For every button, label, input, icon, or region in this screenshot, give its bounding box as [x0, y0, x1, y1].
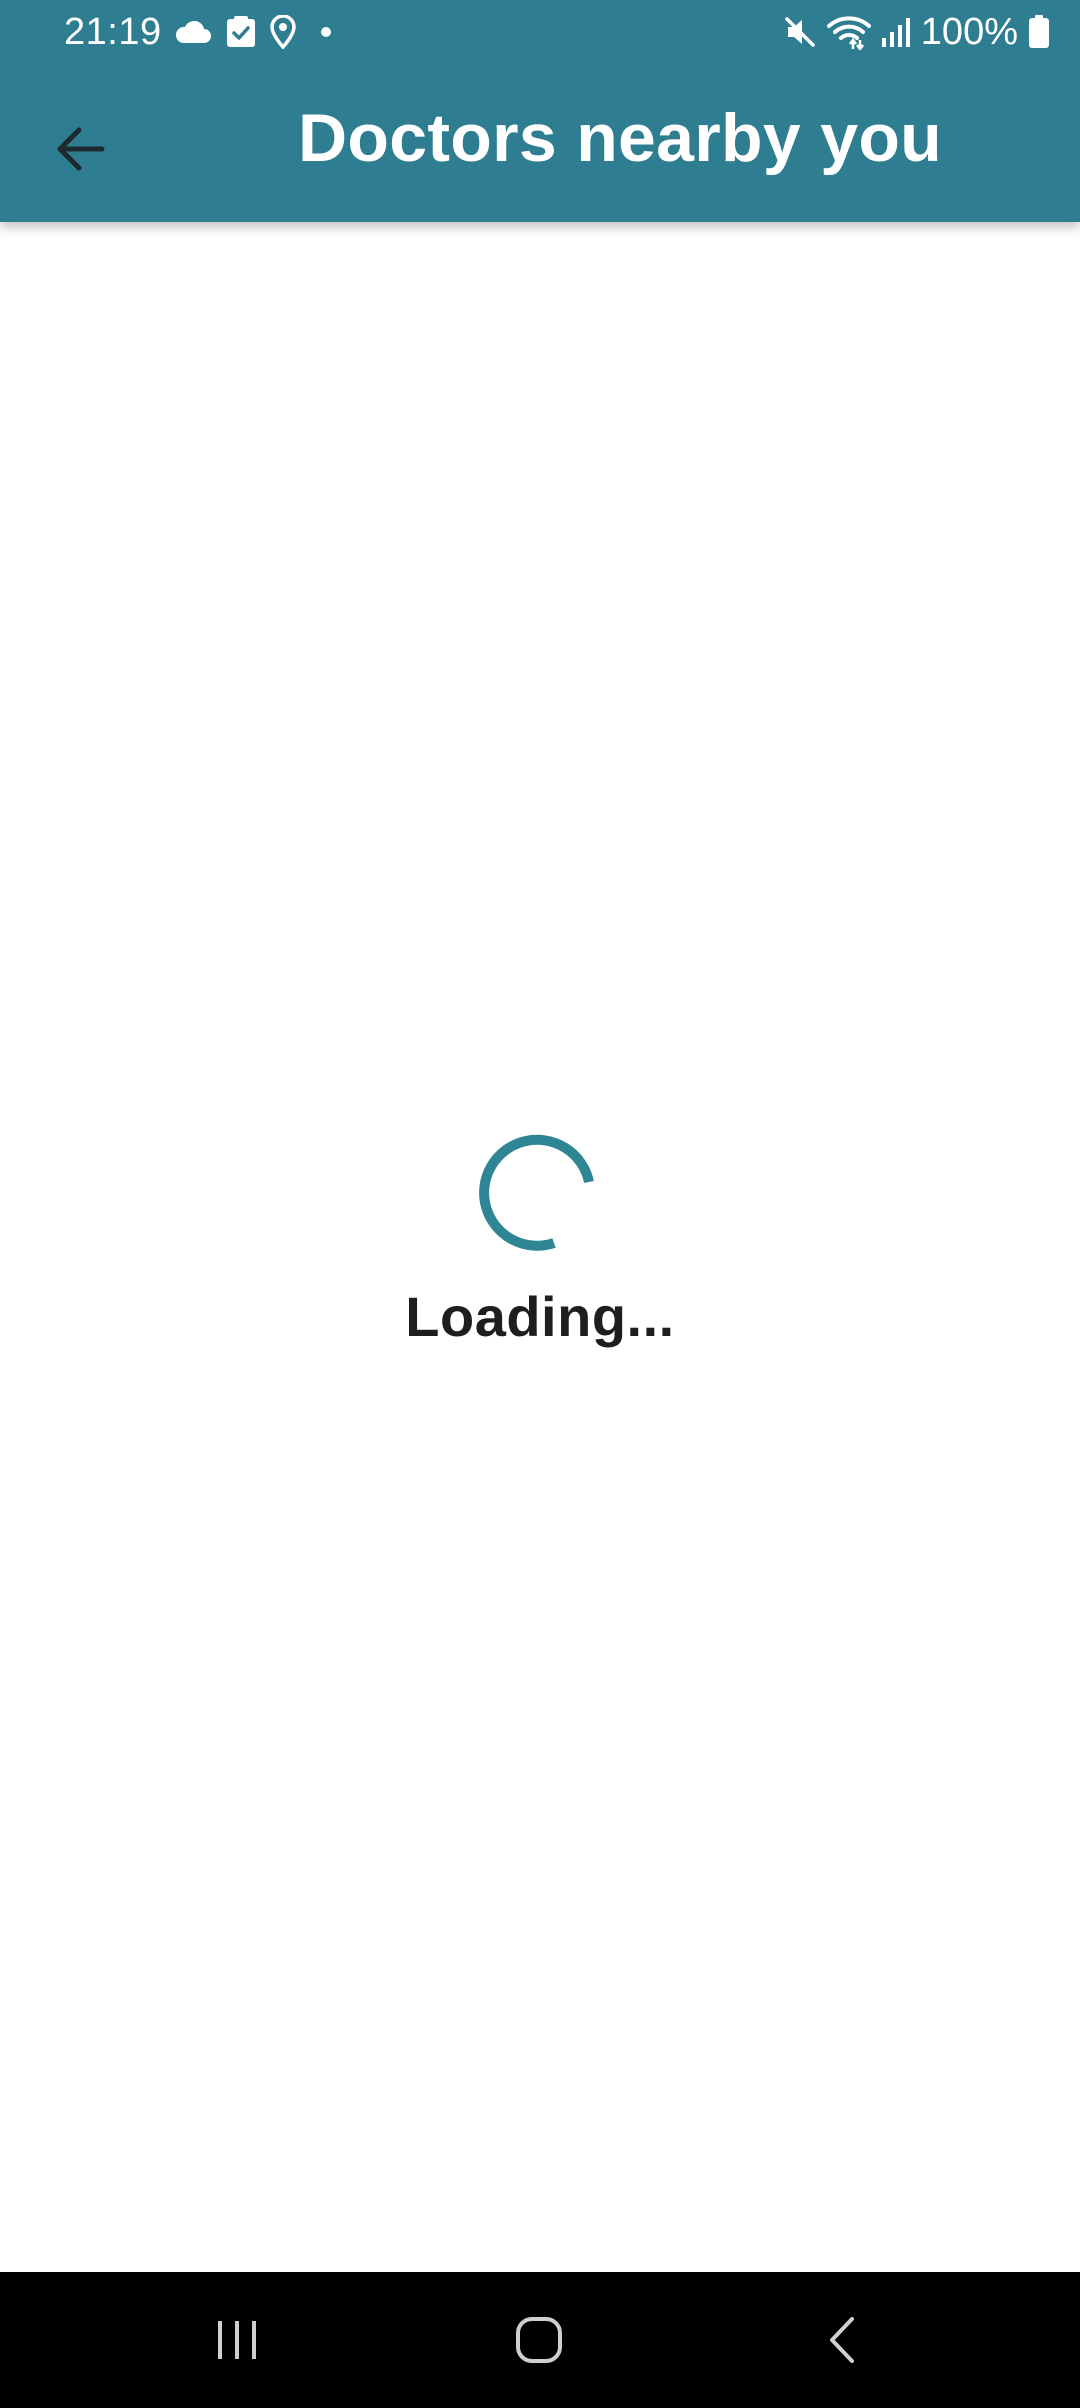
home-button[interactable]: [479, 2294, 599, 2386]
recent-apps-button[interactable]: [177, 2294, 297, 2386]
system-navigation-bar: [0, 2272, 1080, 2408]
mute-icon: [783, 15, 817, 49]
status-bar: 21:19 100%: [0, 0, 1080, 64]
status-left-icons: [174, 12, 332, 52]
page-title: Doctors nearby you: [298, 100, 942, 176]
home-icon: [514, 2315, 564, 2365]
recent-apps-icon: [214, 2317, 260, 2363]
back-icon: [824, 2315, 860, 2365]
status-time: 21:19: [64, 11, 162, 53]
loading-text: Loading...: [405, 1285, 675, 1348]
signal-icon: [881, 16, 911, 48]
location-pin-icon: [270, 15, 296, 49]
top-app-area: 21:19 100% Doctors nearby you: [0, 0, 1080, 222]
dot-icon: [320, 26, 332, 38]
screen: 21:19 100% Doctors nearby you Loading...: [0, 0, 1080, 2408]
wifi-icon: [826, 14, 871, 50]
nav-back-button[interactable]: [782, 2294, 902, 2386]
app-bar: Doctors nearby you: [0, 64, 1080, 222]
check-square-icon: [226, 16, 256, 48]
status-right-icons: 100%: [783, 8, 1050, 56]
battery-percentage: 100%: [920, 11, 1018, 53]
battery-icon: [1028, 15, 1050, 49]
cloud-icon: [174, 19, 212, 45]
loading-spinner: [476, 1130, 600, 1254]
